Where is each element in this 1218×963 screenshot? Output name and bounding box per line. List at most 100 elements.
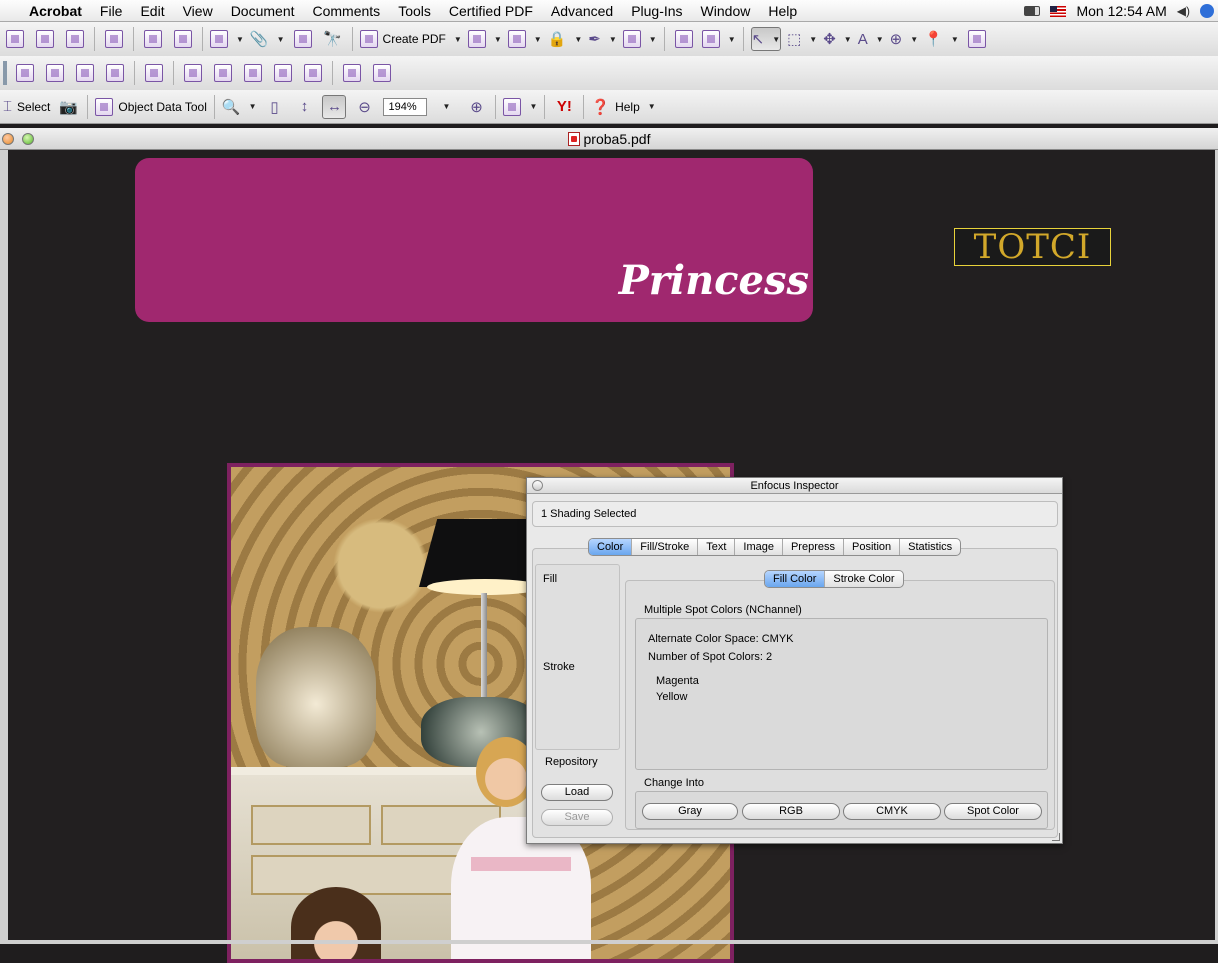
select-tool-button[interactable]: ⌶Select	[3, 95, 50, 119]
menu-certified-pdf[interactable]: Certified PDF	[440, 0, 542, 22]
tab-prepress[interactable]: Prepress	[783, 539, 844, 555]
menu-advanced[interactable]: Advanced	[542, 0, 622, 22]
previous-view-icon[interactable]	[672, 27, 696, 51]
enfocus-tool-2-icon[interactable]	[43, 61, 67, 85]
window-zoom-button[interactable]	[22, 133, 34, 145]
window-close-button[interactable]	[2, 133, 14, 145]
enfocus-tool-5-icon[interactable]	[142, 61, 166, 85]
inspector-titlebar[interactable]: Enfocus Inspector	[527, 478, 1062, 494]
yahoo-icon[interactable]: Y!	[552, 95, 576, 119]
zoom-in-icon[interactable]: 🔍▼	[222, 95, 257, 119]
tab-position[interactable]: Position	[844, 539, 900, 555]
spot-color-button[interactable]: Spot Color	[944, 803, 1042, 820]
tab-text[interactable]: Text	[698, 539, 735, 555]
subtab-stroke-color[interactable]: Stroke Color	[825, 571, 902, 587]
fit-width-icon[interactable]: ↔	[322, 95, 346, 119]
snapshot-icon[interactable]: 📷	[56, 95, 80, 119]
tab-statistics[interactable]: Statistics	[900, 539, 960, 555]
princess-banner[interactable]: Princess	[135, 158, 813, 322]
tab-image[interactable]: Image	[735, 539, 783, 555]
change-into-group: Gray RGB CMYK Spot Color	[635, 791, 1048, 829]
tab-fill-stroke[interactable]: Fill/Stroke	[632, 539, 698, 555]
toolbar-file: ▼ 📎▼ 🔭 Create PDF▼ ▼ ▼ 🔒▼ ✒▼ ▼ ▼ ↖▼ ⬚▼ ✥…	[0, 22, 1218, 56]
extra-tool-icon[interactable]	[965, 27, 989, 51]
totci-logo[interactable]: TOTCI	[954, 228, 1111, 266]
inspector-close-button[interactable]	[532, 480, 543, 491]
attach-icon[interactable]: 📎▼	[250, 27, 285, 51]
menu-tools[interactable]: Tools	[389, 0, 440, 22]
help-button[interactable]: ❓Help▼	[591, 95, 655, 119]
enfocus-tool-6-icon[interactable]	[181, 61, 205, 85]
pointer-tool-icon[interactable]: ↖▼	[751, 27, 782, 51]
pin-icon[interactable]: 📍▼	[924, 27, 959, 51]
enfocus-tool-9-icon[interactable]	[271, 61, 295, 85]
menu-view[interactable]: View	[174, 0, 222, 22]
menu-comments[interactable]: Comments	[304, 0, 390, 22]
spotlight-icon[interactable]	[1200, 4, 1214, 18]
search-icon[interactable]: 🔭	[321, 27, 345, 51]
pdf-file-icon	[568, 132, 580, 146]
web-icon[interactable]	[291, 27, 315, 51]
save-icon[interactable]	[33, 27, 57, 51]
actual-size-icon[interactable]: ▯	[262, 95, 286, 119]
sign-icon[interactable]: ✒▼	[588, 27, 617, 51]
toolbar-separator	[743, 27, 744, 51]
side-stroke[interactable]: Stroke	[543, 661, 575, 673]
tab-color[interactable]: Color	[589, 539, 632, 555]
volume-icon[interactable]: ◀)	[1177, 4, 1190, 18]
enfocus-tool-10-icon[interactable]	[340, 61, 364, 85]
resize-grip[interactable]	[1052, 833, 1060, 841]
zoom-plus-icon[interactable]: ⊕	[464, 95, 488, 119]
bottom-scrollbar[interactable]	[0, 940, 1218, 944]
menu-document[interactable]: Document	[222, 0, 304, 22]
advanced-editing-icon[interactable]: ▼	[623, 27, 657, 51]
marquee-icon[interactable]: ⬚▼	[787, 27, 817, 51]
open-icon[interactable]	[3, 27, 27, 51]
shape-tool-icon[interactable]: ⊕▼	[890, 27, 919, 51]
enfocus-warning-icon[interactable]	[301, 61, 325, 85]
object-data-tool-button[interactable]: Object Data Tool	[95, 95, 207, 119]
cmyk-button[interactable]: CMYK	[843, 803, 941, 820]
organizer-icon[interactable]	[102, 27, 126, 51]
side-fill[interactable]: Fill	[543, 573, 557, 585]
email-icon[interactable]	[141, 27, 165, 51]
menu-plug-ins[interactable]: Plug-Ins	[622, 0, 691, 22]
menu-edit[interactable]: Edit	[131, 0, 173, 22]
input-flag-icon[interactable]	[1050, 6, 1066, 17]
rotate-icon[interactable]: ▼	[503, 95, 537, 119]
create-pdf-button[interactable]: Create PDF▼	[360, 27, 462, 51]
menu-help[interactable]: Help	[759, 0, 806, 22]
tasks-icon[interactable]: ▼	[210, 27, 244, 51]
enfocus-tool-1-icon[interactable]	[13, 61, 37, 85]
zoom-field[interactable]: 194%	[383, 98, 427, 116]
review-icon[interactable]: ▼	[468, 27, 502, 51]
move-icon[interactable]: ✥▼	[823, 27, 852, 51]
menu-clock[interactable]: Mon 12:54 AM	[1076, 3, 1166, 19]
next-view-icon[interactable]: ▼	[702, 27, 736, 51]
zoom-out-icon[interactable]: ⊖	[352, 95, 376, 119]
menu-app-acrobat[interactable]: Acrobat	[20, 0, 91, 22]
gray-button[interactable]: Gray	[642, 803, 738, 820]
subtab-fill-color[interactable]: Fill Color	[765, 571, 825, 587]
lock-icon[interactable]: 🔒▼	[548, 27, 583, 51]
enfocus-inspector-panel: Enfocus Inspector 1 Shading Selected Col…	[526, 477, 1063, 844]
rgb-button[interactable]: RGB	[742, 803, 840, 820]
clipboard-icon[interactable]	[171, 27, 195, 51]
forms-icon[interactable]: ▼	[508, 27, 542, 51]
battery-icon[interactable]	[1024, 6, 1040, 16]
enfocus-tool-11-icon[interactable]	[370, 61, 394, 85]
zoom-dropdown-icon[interactable]: ▼	[434, 95, 458, 119]
enfocus-tool-8-icon[interactable]	[241, 61, 265, 85]
enfocus-tool-7-icon[interactable]	[211, 61, 235, 85]
grip-handle[interactable]	[3, 61, 7, 85]
print-icon[interactable]	[63, 27, 87, 51]
repository-group: Repository Load Save	[535, 753, 620, 835]
enfocus-tool-3-icon[interactable]	[73, 61, 97, 85]
load-button[interactable]: Load	[541, 784, 613, 801]
fit-page-icon[interactable]: ↕	[292, 95, 316, 119]
menu-file[interactable]: File	[91, 0, 132, 22]
text-tool-icon[interactable]: A▼	[858, 27, 884, 51]
save-button[interactable]: Save	[541, 809, 613, 826]
menu-window[interactable]: Window	[692, 0, 760, 22]
enfocus-tool-4-icon[interactable]	[103, 61, 127, 85]
